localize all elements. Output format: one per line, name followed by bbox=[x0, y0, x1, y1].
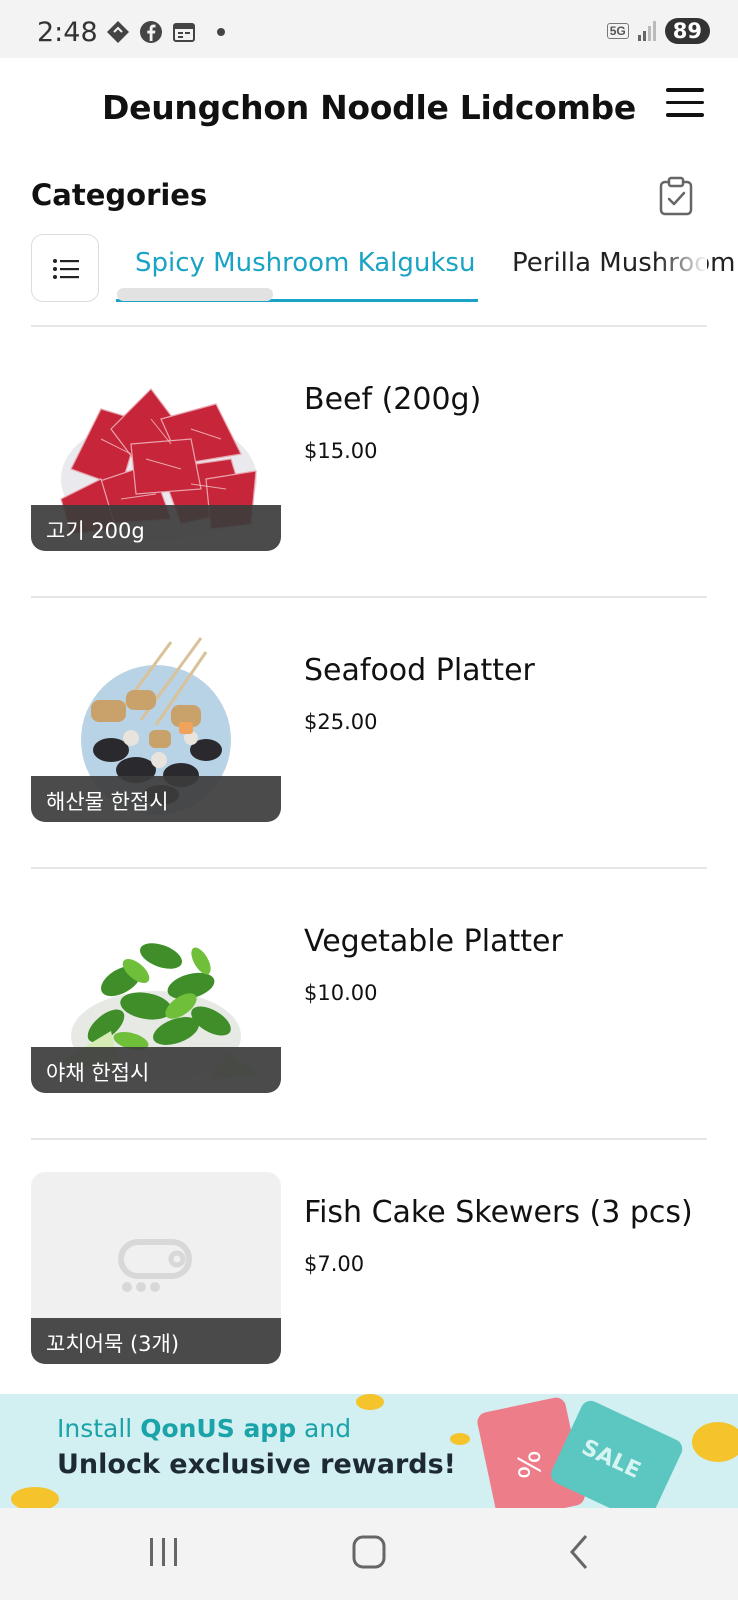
clipboard-check-icon bbox=[659, 176, 693, 216]
system-nav-bar bbox=[0, 1508, 738, 1600]
signal-icon bbox=[637, 21, 656, 41]
recent-apps-icon bbox=[150, 1538, 177, 1566]
item-thumbnail-label: 야채 한접시 bbox=[31, 1047, 281, 1093]
menu-item-vegetable-platter[interactable]: 야채 한접시 Vegetable Platter $10.00 bbox=[31, 869, 707, 1140]
home-button[interactable] bbox=[349, 1532, 399, 1576]
system-icons: 5G 89 bbox=[606, 18, 710, 44]
status-bar: 2:48 5G 89 bbox=[0, 0, 738, 58]
clipboard-button[interactable] bbox=[658, 176, 694, 216]
diamond-app-icon bbox=[107, 21, 129, 43]
item-name: Vegetable Platter bbox=[304, 924, 563, 959]
recent-apps-button[interactable] bbox=[144, 1532, 194, 1576]
categories-title: Categories bbox=[31, 178, 208, 212]
banner-line-1: Install QonUS app and bbox=[57, 1414, 351, 1443]
item-thumbnail: 고기 200g bbox=[31, 359, 281, 551]
item-price: $10.00 bbox=[304, 981, 378, 1005]
banner-line-2: Unlock exclusive rewards! bbox=[57, 1449, 456, 1480]
banner-prefix: Install bbox=[57, 1414, 141, 1443]
item-name: Beef (200g) bbox=[304, 382, 482, 417]
tabs-fade-overlay bbox=[657, 234, 707, 294]
more-notifications-dot bbox=[217, 28, 225, 36]
item-price: $7.00 bbox=[304, 1252, 365, 1276]
item-thumbnail: 해산물 한접시 bbox=[31, 630, 281, 822]
menu-item-beef[interactable]: 고기 200g Beef (200g) $15.00 bbox=[31, 327, 707, 598]
item-thumbnail-label: 꼬치어묵 (3개) bbox=[31, 1318, 281, 1364]
item-price: $15.00 bbox=[304, 439, 378, 463]
menu-item-fish-cake-skewers[interactable]: 꼬치어묵 (3개) Fish Cake Skewers (3 pcs) $7.0… bbox=[31, 1140, 707, 1411]
category-list-button[interactable] bbox=[31, 234, 99, 302]
page-title: Deungchon Noodle Lidcombe bbox=[102, 88, 636, 127]
item-price: $25.00 bbox=[304, 710, 378, 734]
list-icon bbox=[53, 259, 79, 279]
item-thumbnail: 야채 한접시 bbox=[31, 901, 281, 1093]
svg-text:%: % bbox=[513, 1450, 549, 1480]
home-icon bbox=[352, 1535, 386, 1569]
app-header: Deungchon Noodle Lidcombe bbox=[0, 58, 738, 158]
hamburger-menu-button[interactable] bbox=[666, 88, 704, 122]
battery-level: 89 bbox=[664, 18, 710, 44]
tabs-scrollbar[interactable] bbox=[117, 288, 273, 301]
categories-header: Categories bbox=[31, 172, 707, 222]
calendar-icon bbox=[173, 23, 195, 42]
banner-brand: QonUS app bbox=[140, 1414, 297, 1443]
item-thumbnail-label: 고기 200g bbox=[31, 505, 281, 551]
category-tabs: Spicy Mushroom Kalguksu Perilla Mushroom bbox=[31, 234, 736, 306]
tab-spicy-mushroom-kalguksu[interactable]: Spicy Mushroom Kalguksu bbox=[135, 248, 475, 278]
app-install-banner[interactable]: % SALE Install QonUS app and Unlock excl… bbox=[0, 1394, 738, 1508]
banner-suffix: and bbox=[296, 1414, 352, 1443]
back-button[interactable] bbox=[560, 1532, 610, 1576]
network-type-badge: 5G bbox=[606, 23, 629, 39]
menu-item-seafood-platter[interactable]: 해산물 한접시 Seafood Platter $25.00 bbox=[31, 598, 707, 869]
hamburger-menu-icon bbox=[666, 88, 704, 92]
item-name: Fish Cake Skewers (3 pcs) bbox=[304, 1195, 693, 1230]
status-time: 2:48 bbox=[37, 17, 98, 48]
facebook-icon bbox=[140, 21, 162, 43]
back-icon bbox=[570, 1535, 588, 1569]
item-thumbnail-label: 해산물 한접시 bbox=[31, 776, 281, 822]
notification-icons bbox=[106, 20, 225, 44]
item-name: Seafood Platter bbox=[304, 653, 535, 688]
item-thumbnail: 꼬치어묵 (3개) bbox=[31, 1172, 281, 1364]
